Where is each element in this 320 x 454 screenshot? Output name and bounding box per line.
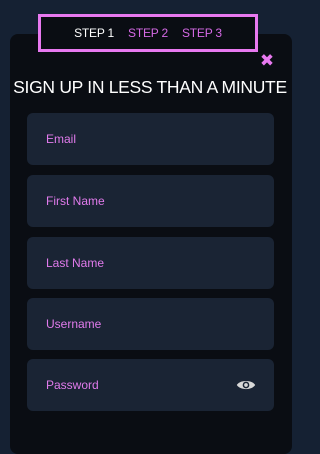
first-name-field[interactable]: First Name [27,175,274,227]
email-placeholder: Email [46,132,77,146]
password-field[interactable]: Password [27,359,274,411]
eye-icon[interactable] [236,378,256,392]
step-indicator: STEP 1 STEP 2 STEP 3 [38,14,258,52]
page-title: SIGN UP IN LESS THAN A MINUTE [13,77,287,97]
username-placeholder: Username [46,317,102,331]
last-name-placeholder: Last Name [46,256,105,270]
first-name-placeholder: First Name [46,194,105,208]
close-icon[interactable]: ✖ [259,52,275,70]
last-name-field[interactable]: Last Name [27,237,274,289]
step-1-tab[interactable]: STEP 1 [74,26,114,40]
step-2-tab[interactable]: STEP 2 [128,26,168,40]
email-field[interactable]: Email [27,113,274,165]
username-field[interactable]: Username [27,298,274,350]
step-3-tab[interactable]: STEP 3 [182,26,222,40]
password-placeholder: Password [46,378,99,392]
